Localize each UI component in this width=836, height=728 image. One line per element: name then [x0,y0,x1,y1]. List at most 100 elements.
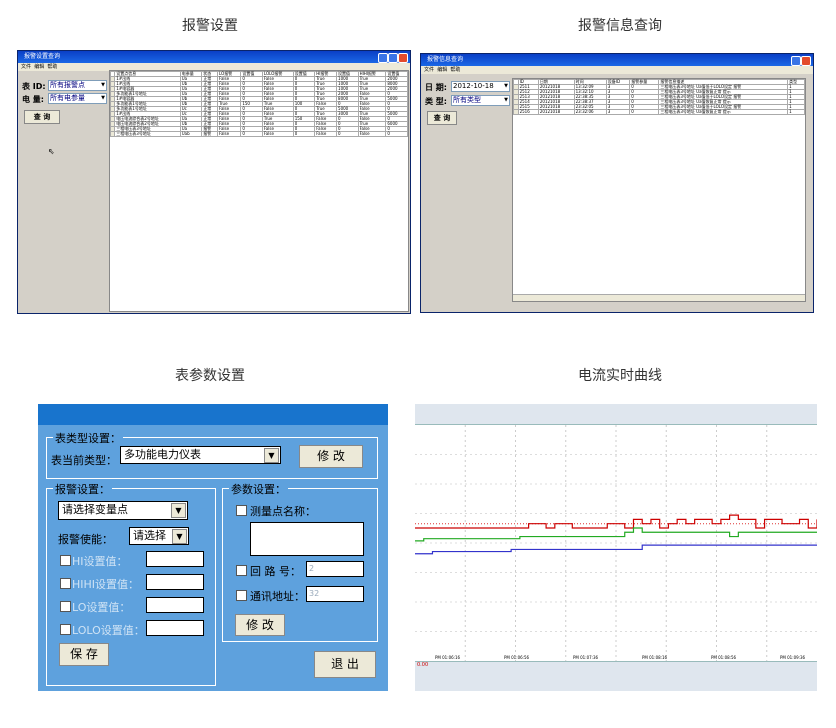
table-cell: False [217,131,242,137]
modify-params-button[interactable]: 修 改 [235,614,285,636]
alarm-settings-table: 设置点信息 电参量 状态 LO报警 设置值 LOLO报警 设置值 HI报警 设置值 HIHI报警设… [109,71,408,137]
hihi-checkbox[interactable] [60,578,71,589]
table-cell: 23:32:06 [573,109,607,115]
meter-type-value: 多功能电力仪表 [124,448,201,461]
alarm-settings-titlebar: 报警设置查询 [18,51,410,63]
table-cell: 1 [787,109,805,115]
type-select[interactable]: 所有类型 ▼ [451,95,510,106]
caption-alarm-query: 报警信息查询 [578,18,662,34]
chevron-down-icon: ▼ [264,448,279,463]
alarm-results-table: ID 日期 时间 设备ID 报警参量 报警信息描述 类型 2511 20121018 13:32:… [513,79,805,115]
menu-edit[interactable]: 编辑 [437,67,447,73]
type-value: 所有类型 [453,96,481,104]
loop-input[interactable]: 2 [306,561,364,577]
alarm-query-titlebar: 报警信息查询 [421,54,813,66]
window-title: 报警信息查询 [427,56,464,63]
menu-file[interactable]: 文件 [424,67,434,73]
chart-svg [415,425,818,661]
alarm-group-title: 报警设置： [53,481,112,497]
table-cell: 2516 [517,109,539,115]
chevron-down-icon: ▼ [101,95,105,101]
horizontal-scrollbar[interactable] [513,294,805,301]
comm-address-checkbox[interactable] [236,590,247,601]
alarm-settings-window: 报警设置查询 文件 编辑 帮助 表 ID: 所有报警点 ▼ 电 量: 所有电参量… [17,50,411,314]
comm-address-input[interactable]: 32 [306,586,364,602]
alarm-enable-select[interactable]: 请选择 ▼ [129,527,189,545]
modify-type-button[interactable]: 修 改 [299,445,363,468]
table-cell: 3 [605,109,631,115]
minimize-button[interactable] [791,56,801,66]
panel-header [38,404,388,425]
table-row[interactable]: 2516 20121018 23:32:06 3 0 三相电压表3号地址 Ua值恢复正常 … [513,109,805,115]
point-name-input[interactable] [250,522,364,556]
quantity-value: 所有电参量 [50,94,85,102]
current-curve-chart: 55 PM 01:06:16PM 01:06:56PM 01:07:36PM 0… [415,404,818,691]
table-cell: False [314,131,338,137]
chevron-down-icon: ▼ [101,82,105,88]
quantity-label: 电 量: [22,95,44,104]
table-cell: Uab [179,131,203,137]
type-group-title: 表类型设置： [53,430,123,446]
date-value: 2012-10-18 [453,82,494,90]
close-button[interactable] [801,56,811,66]
meter-id-value: 所有报警点 [50,81,85,89]
lolo-label: LOLO设置值： [72,624,145,637]
type-label: 类 型: [425,97,447,106]
lolo-checkbox[interactable] [60,624,71,635]
menu-help[interactable]: 帮助 [450,67,460,73]
x-tick-label: PM 01:08:16 [642,655,668,660]
loop-label: 回 路 号： [250,565,301,578]
date-picker[interactable]: 2012-10-18 ▼ [451,81,510,92]
loop-checkbox[interactable] [236,565,247,576]
cursor-icon: ⇖ [48,147,55,156]
quantity-select[interactable]: 所有电参量 ▼ [48,93,107,104]
variable-point-value: 请选择变量点 [62,503,128,516]
menu-file[interactable]: 文件 [21,64,31,70]
chevron-down-icon: ▼ [171,503,186,518]
table-cell: 三相电压表3号地址 [114,131,181,137]
hihi-input[interactable] [146,574,204,590]
table-cell: False [261,131,294,137]
maximize-button[interactable] [388,53,398,63]
hihi-label: HIHI设置值： [72,578,140,591]
x-tick-label: PM 01:08:56 [711,655,737,660]
table-cell: 0 [385,131,408,137]
lo-input[interactable] [146,597,204,613]
hi-label: HI设置值： [72,555,128,568]
meter-id-select[interactable]: 所有报警点 ▼ [48,80,107,91]
exit-button[interactable]: 退 出 [314,651,376,678]
query-button[interactable]: 查 询 [24,110,60,124]
chevron-down-icon: ▼ [172,529,187,544]
caption-current-curve: 电流实时曲线 [578,368,662,384]
table-cell: 三相电压表3号地址 Ua值恢复正常 提示 [658,109,789,115]
menu-edit[interactable]: 编辑 [34,64,44,70]
close-button[interactable] [398,53,408,63]
alarm-query-window: 报警信息查询 文件 编辑 帮助 日 期: 2012-10-18 ▼ 类 型: 所… [420,53,814,313]
hi-input[interactable] [146,551,204,567]
current-type-label: 表当前类型： [51,454,117,467]
caption-meter-params: 表参数设置 [175,368,245,384]
series-line-1 [415,527,817,542]
table-row[interactable]: 三相电压表3号地址 Uab 报警 False 0 False 0 False 0 False 0 [109,131,408,137]
query-button[interactable]: 查 询 [427,111,457,125]
chevron-down-icon: ▼ [504,83,508,89]
x-tick-label: PM 01:06:16 [435,655,461,660]
window-title: 报警设置查询 [24,53,61,60]
lolo-input[interactable] [146,620,204,636]
result-panel: ID 日期 时间 设备ID 报警参量 报警信息描述 类型 2511 20121018 13:32:… [512,78,806,302]
caption-alarm-settings: 报警设置 [182,18,238,34]
table-cell: False [357,131,387,137]
variable-point-select[interactable]: 请选择变量点 ▼ [58,501,188,520]
table-cell: 20121018 [537,109,575,115]
save-button[interactable]: 保 存 [59,643,109,666]
table-cell: 0 [336,131,359,137]
menu-bar: 文件 编辑 帮助 [421,66,813,74]
menu-help[interactable]: 帮助 [47,64,57,70]
x-tick-label: PM 01:09:36 [780,655,806,660]
meter-type-select[interactable]: 多功能电力仪表 ▼ [120,446,281,464]
lo-checkbox[interactable] [60,601,71,612]
alarm-enable-label: 报警使能： [58,533,113,546]
hi-checkbox[interactable] [60,555,71,566]
point-name-checkbox[interactable] [236,505,247,516]
minimize-button[interactable] [378,53,388,63]
